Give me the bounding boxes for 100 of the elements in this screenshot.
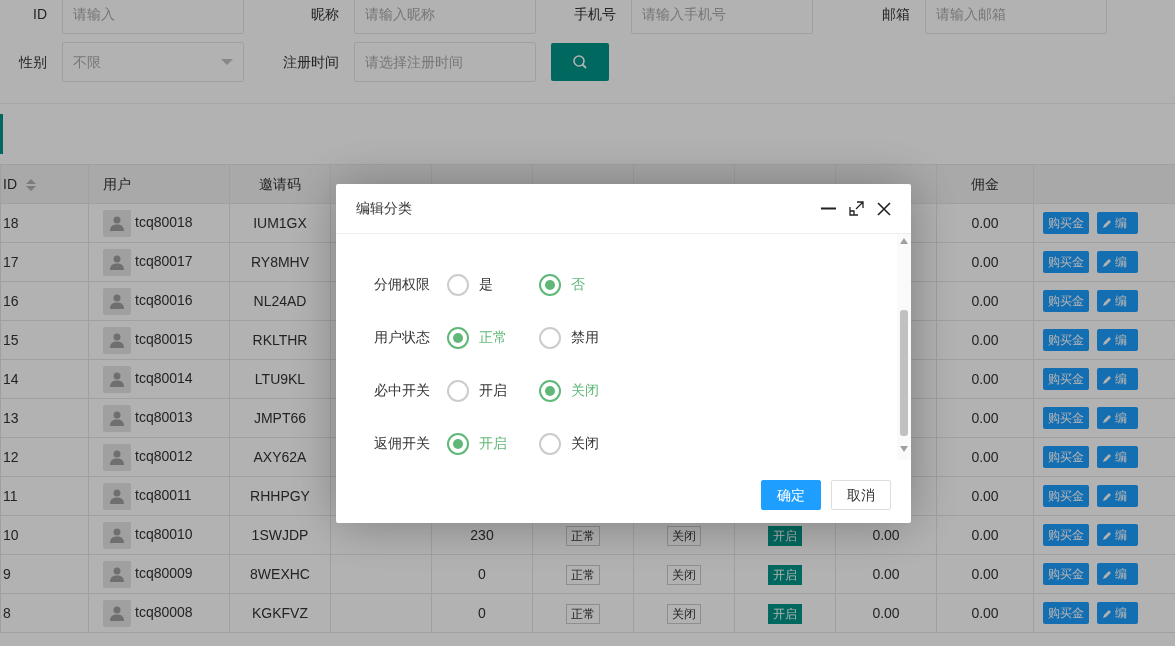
edit-button[interactable]: 编	[1097, 485, 1138, 507]
table-cell: 1SWJDP	[229, 515, 331, 555]
user-name: tcq80016	[135, 291, 193, 308]
edit-button[interactable]: 编	[1097, 329, 1138, 351]
table-cell: 14	[0, 359, 89, 399]
pencil-icon	[1102, 218, 1112, 229]
status-tag: 关闭	[667, 525, 701, 546]
table-cell: NL24AD	[229, 281, 331, 321]
buy-button[interactable]: 购买金	[1043, 602, 1089, 624]
edit-button[interactable]: 编	[1097, 563, 1138, 585]
edit-button[interactable]: 编	[1097, 290, 1138, 312]
filter-label: 邮箱	[881, 4, 910, 24]
avatar-icon	[103, 482, 131, 510]
input-field[interactable]: 请输入	[62, 0, 244, 34]
user-name: tcq80010	[135, 525, 193, 542]
table-cell: 0.00	[835, 554, 937, 594]
dialog-title: 编辑分类	[356, 199, 413, 218]
status-tag: 关闭	[667, 564, 701, 585]
edit-button[interactable]: 编	[1097, 407, 1138, 429]
radio-option[interactable]: 正常	[447, 326, 529, 349]
scrollbar[interactable]	[897, 234, 911, 460]
edit-button[interactable]: 编	[1097, 524, 1138, 546]
buy-button[interactable]: 购买金	[1043, 485, 1089, 507]
table-cell: 10	[0, 515, 89, 555]
table-cell: 16	[0, 281, 89, 321]
confirm-button[interactable]: 确定	[761, 480, 821, 510]
table-cell: JMPT66	[229, 398, 331, 438]
user-name: tcq80017	[135, 252, 193, 269]
status-tag: 正常	[566, 525, 600, 546]
pencil-icon	[1102, 569, 1112, 580]
table-cell: AXY62A	[229, 437, 331, 477]
pencil-icon	[1102, 374, 1112, 385]
table-cell: RY8MHV	[229, 242, 331, 282]
buy-button[interactable]: 购买金	[1043, 563, 1089, 585]
input-field[interactable]: 请输入昵称	[354, 0, 536, 34]
buy-button[interactable]: 购买金	[1043, 368, 1089, 390]
column-header: 用户	[88, 164, 230, 204]
search-button[interactable]	[551, 43, 609, 81]
avatar-icon	[103, 599, 131, 627]
avatar-icon	[103, 326, 131, 354]
edit-button[interactable]: 编	[1097, 602, 1138, 624]
avatar-icon	[103, 365, 131, 393]
user-name: tcq80009	[135, 564, 193, 581]
input-field[interactable]: 请输入邮箱	[925, 0, 1107, 34]
radio-option[interactable]: 是	[447, 273, 529, 296]
edit-button[interactable]: 编	[1097, 446, 1138, 468]
column-header[interactable]: ID	[0, 164, 89, 204]
user-name: tcq80015	[135, 330, 193, 347]
buy-button[interactable]: 购买金	[1043, 329, 1089, 351]
radio-option[interactable]: 禁用	[539, 326, 599, 349]
table-cell: 11	[0, 476, 89, 516]
close-icon[interactable]	[877, 201, 891, 216]
buy-button[interactable]: 购买金	[1043, 290, 1089, 312]
user-name: tcq80014	[135, 369, 193, 386]
table-cell: 0.00	[936, 593, 1034, 633]
table-cell: 0.00	[936, 476, 1034, 516]
column-header: 邀请码	[229, 164, 331, 204]
avatar-icon	[103, 404, 131, 432]
edit-button[interactable]: 编	[1097, 251, 1138, 273]
status-tag: 正常	[566, 564, 600, 585]
filter-label: ID	[32, 4, 47, 24]
buy-button[interactable]: 购买金	[1043, 251, 1089, 273]
table-cell: 12	[0, 437, 89, 477]
radio-option[interactable]: 开启	[447, 432, 529, 455]
search-icon	[572, 54, 588, 70]
edit-button[interactable]: 编	[1097, 212, 1138, 234]
radio-option[interactable]: 否	[539, 273, 585, 296]
table-cell: 0.00	[936, 320, 1034, 360]
table-cell: 0.00	[936, 515, 1034, 555]
cancel-button[interactable]: 取消	[831, 480, 891, 510]
user-name: tcq80013	[135, 408, 193, 425]
radio-option[interactable]: 开启	[447, 379, 529, 402]
user-name: tcq80018	[135, 213, 193, 230]
status-tag: 开启	[768, 564, 802, 585]
buy-button[interactable]: 购买金	[1043, 212, 1089, 234]
input-field[interactable]: 请输入手机号	[631, 0, 813, 34]
field-label: 必中开关	[374, 381, 431, 400]
sort-icon[interactable]	[26, 178, 36, 191]
column-header: 佣金	[936, 164, 1034, 204]
buy-button[interactable]: 购买金	[1043, 446, 1089, 468]
table-cell: 0	[431, 593, 533, 633]
pencil-icon	[1102, 257, 1112, 268]
table-cell: 18	[0, 203, 89, 243]
filter-label: 昵称	[310, 4, 339, 24]
table-cell: KGKFVZ	[229, 593, 331, 633]
maximize-icon[interactable]	[849, 201, 864, 216]
table-cell: 0.00	[835, 593, 937, 633]
table-cell: 0.00	[936, 437, 1034, 477]
field-label: 用户状态	[374, 328, 431, 347]
buy-button[interactable]: 购买金	[1043, 524, 1089, 546]
edit-button[interactable]: 编	[1097, 368, 1138, 390]
table-cell: IUM1GX	[229, 203, 331, 243]
table-cell: RKLTHR	[229, 320, 331, 360]
status-tag: 关闭	[667, 603, 701, 624]
table-cell: 15	[0, 320, 89, 360]
input-field[interactable]: 请选择注册时间	[354, 42, 536, 82]
radio-option[interactable]: 关闭	[539, 432, 599, 455]
radio-option[interactable]: 关闭	[539, 379, 599, 402]
table-cell: 8WEXHC	[229, 554, 331, 594]
buy-button[interactable]: 购买金	[1043, 407, 1089, 429]
